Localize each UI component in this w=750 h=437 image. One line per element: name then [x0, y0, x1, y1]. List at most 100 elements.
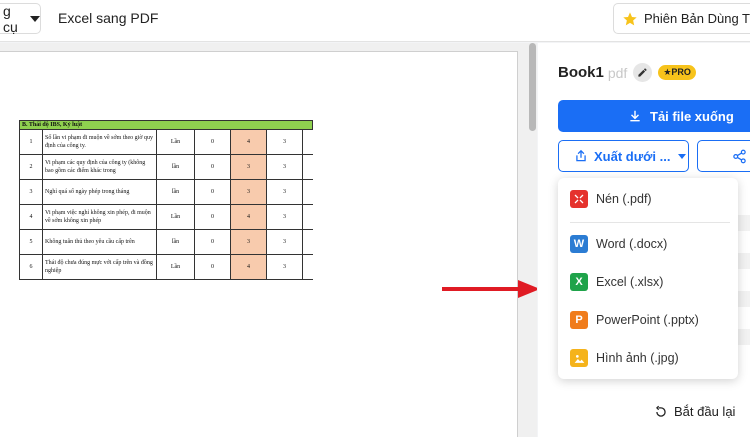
rename-pencil-icon[interactable]	[633, 63, 653, 82]
trial-edition-label: Phiên Bản Dùng Thử	[644, 11, 750, 26]
row-description: Nghỉ quá số ngày phép trong tháng	[42, 179, 157, 206]
row-number: 1	[19, 129, 43, 156]
row-value-c: 3	[266, 154, 303, 181]
share-icon	[733, 149, 746, 163]
tools-dropdown-button[interactable]: g cụ	[0, 3, 41, 35]
spreadsheet-table: B. Thái độ IBS, Kỷ luật 1 Số lần vi phạm…	[19, 119, 313, 281]
powerpoint-icon: P	[570, 311, 588, 329]
red-arrow-pointer	[442, 280, 537, 298]
word-icon: W	[570, 235, 588, 253]
row-unit: Lần	[156, 129, 195, 156]
hidden-panel-edge	[738, 329, 750, 345]
row-value-c: 3	[266, 129, 303, 156]
menu-item-powerpoint[interactable]: P PowerPoint (.pptx)	[558, 306, 738, 334]
upload-share-icon	[576, 149, 586, 162]
image-icon	[570, 349, 588, 367]
restart-icon	[656, 405, 666, 417]
row-value-b: 3	[230, 154, 267, 181]
chevron-down-icon	[30, 15, 40, 22]
menu-divider	[570, 222, 730, 223]
row-value-a: 0	[194, 229, 231, 256]
row-description: Không tuân thủ theo yêu cầu cấp trên	[42, 229, 157, 256]
right-panel: Book1 pdf ★PRO Tải file xuống Xuất dưới …	[538, 43, 750, 437]
table-row: 6 Thái độ chưa đúng mực với cấp trên và …	[19, 254, 313, 281]
table-row: 4 Vi phạm việc nghỉ không xin phép, đi m…	[19, 204, 313, 231]
row-value-b: 4	[230, 254, 267, 281]
menu-item-compress-pdf[interactable]: Nén (.pdf)	[558, 185, 738, 213]
download-icon	[630, 110, 640, 122]
row-unit: Lần	[156, 254, 195, 281]
preview-scrollbar[interactable]	[528, 43, 536, 437]
row-value-a: 0	[194, 179, 231, 206]
row-value-a: 0	[194, 254, 231, 281]
top-bar: g cụ Excel sang PDF Phiên Bản Dùng Thử	[0, 0, 750, 42]
page-title: Excel sang PDF	[58, 10, 159, 26]
row-unit: lần	[156, 179, 195, 206]
table-row: 1 Số lần vi phạm đi muộn về sớm theo giờ…	[19, 129, 313, 156]
star-icon	[623, 11, 637, 25]
file-name: Book1	[558, 64, 604, 81]
download-button[interactable]: Tải file xuống	[558, 100, 750, 132]
row-spacer	[302, 179, 313, 206]
row-value-c: 3	[266, 254, 303, 281]
document-preview[interactable]: B. Thái độ IBS, Kỷ luật 1 Số lần vi phạm…	[0, 43, 537, 437]
menu-item-word[interactable]: W Word (.docx)	[558, 230, 738, 258]
section-title: B. Thái độ IBS, Kỷ luật	[19, 119, 313, 131]
row-value-b: 3	[230, 179, 267, 206]
table-row: 2 Vi phạm các quy định của công ty (khôn…	[19, 154, 313, 181]
export-as-button[interactable]: Xuất dưới ...	[558, 140, 689, 172]
table-row: 3 Nghỉ quá số ngày phép trong tháng lần …	[19, 179, 313, 206]
row-value-a: 0	[194, 129, 231, 156]
row-value-c: 3	[266, 179, 303, 206]
menu-item-label: Excel (.xlsx)	[596, 275, 664, 289]
menu-item-label: Nén (.pdf)	[596, 192, 652, 206]
row-description: Thái độ chưa đúng mực với cấp trên và đồ…	[42, 254, 157, 281]
file-info: Book1 pdf ★PRO	[558, 63, 696, 82]
export-label: Xuất dưới ...	[594, 148, 671, 164]
row-spacer	[302, 154, 313, 181]
table-row: 5 Không tuân thủ theo yêu cầu cấp trên l…	[19, 229, 313, 256]
restart-button[interactable]: Bắt đầu lại	[654, 404, 735, 419]
row-value-c: 3	[266, 229, 303, 256]
row-spacer	[302, 129, 313, 156]
row-unit: lần	[156, 229, 195, 256]
row-value-c: 3	[266, 204, 303, 231]
compress-icon	[570, 190, 588, 208]
row-description: Vi phạm việc nghỉ không xin phép, đi muộ…	[42, 204, 157, 231]
restart-label: Bắt đầu lại	[674, 404, 736, 419]
row-number: 5	[19, 229, 43, 256]
chevron-down-icon	[678, 153, 687, 159]
menu-item-label: PowerPoint (.pptx)	[596, 313, 699, 327]
row-description: Số lần vi phạm đi muộn về sớm theo giờ q…	[42, 129, 157, 156]
hidden-panel-edge	[738, 253, 750, 269]
pdf-page: B. Thái độ IBS, Kỷ luật 1 Số lần vi phạm…	[0, 51, 518, 437]
row-description: Vi phạm các quy định của công ty (không …	[42, 154, 157, 181]
row-spacer	[302, 229, 313, 256]
export-format-menu: Nén (.pdf) W Word (.docx) X Excel (.xlsx…	[558, 178, 738, 379]
row-value-a: 0	[194, 154, 231, 181]
row-number: 6	[19, 254, 43, 281]
download-label: Tải file xuống	[650, 108, 734, 124]
row-spacer	[302, 254, 313, 281]
row-unit: lần	[156, 154, 195, 181]
row-value-a: 0	[194, 204, 231, 231]
trial-edition-button[interactable]: Phiên Bản Dùng Thử	[613, 3, 750, 34]
menu-item-label: Word (.docx)	[596, 237, 668, 251]
row-number: 3	[19, 179, 43, 206]
share-button[interactable]	[697, 140, 750, 172]
scrollbar-thumb[interactable]	[529, 43, 536, 131]
row-value-b: 4	[230, 204, 267, 231]
menu-item-image[interactable]: Hình ảnh (.jpg)	[558, 344, 738, 372]
excel-icon: X	[570, 273, 588, 291]
menu-item-label: Hình ảnh (.jpg)	[596, 351, 679, 365]
row-value-b: 4	[230, 129, 267, 156]
hidden-panel-edge	[738, 215, 750, 231]
hidden-panel-edge	[738, 291, 750, 307]
row-number: 4	[19, 204, 43, 231]
row-spacer	[302, 204, 313, 231]
file-extension: pdf	[607, 64, 628, 81]
row-number: 2	[19, 154, 43, 181]
pro-badge: ★PRO	[658, 65, 696, 80]
section-header-row: B. Thái độ IBS, Kỷ luật	[19, 119, 313, 131]
menu-item-excel[interactable]: X Excel (.xlsx)	[558, 268, 738, 296]
